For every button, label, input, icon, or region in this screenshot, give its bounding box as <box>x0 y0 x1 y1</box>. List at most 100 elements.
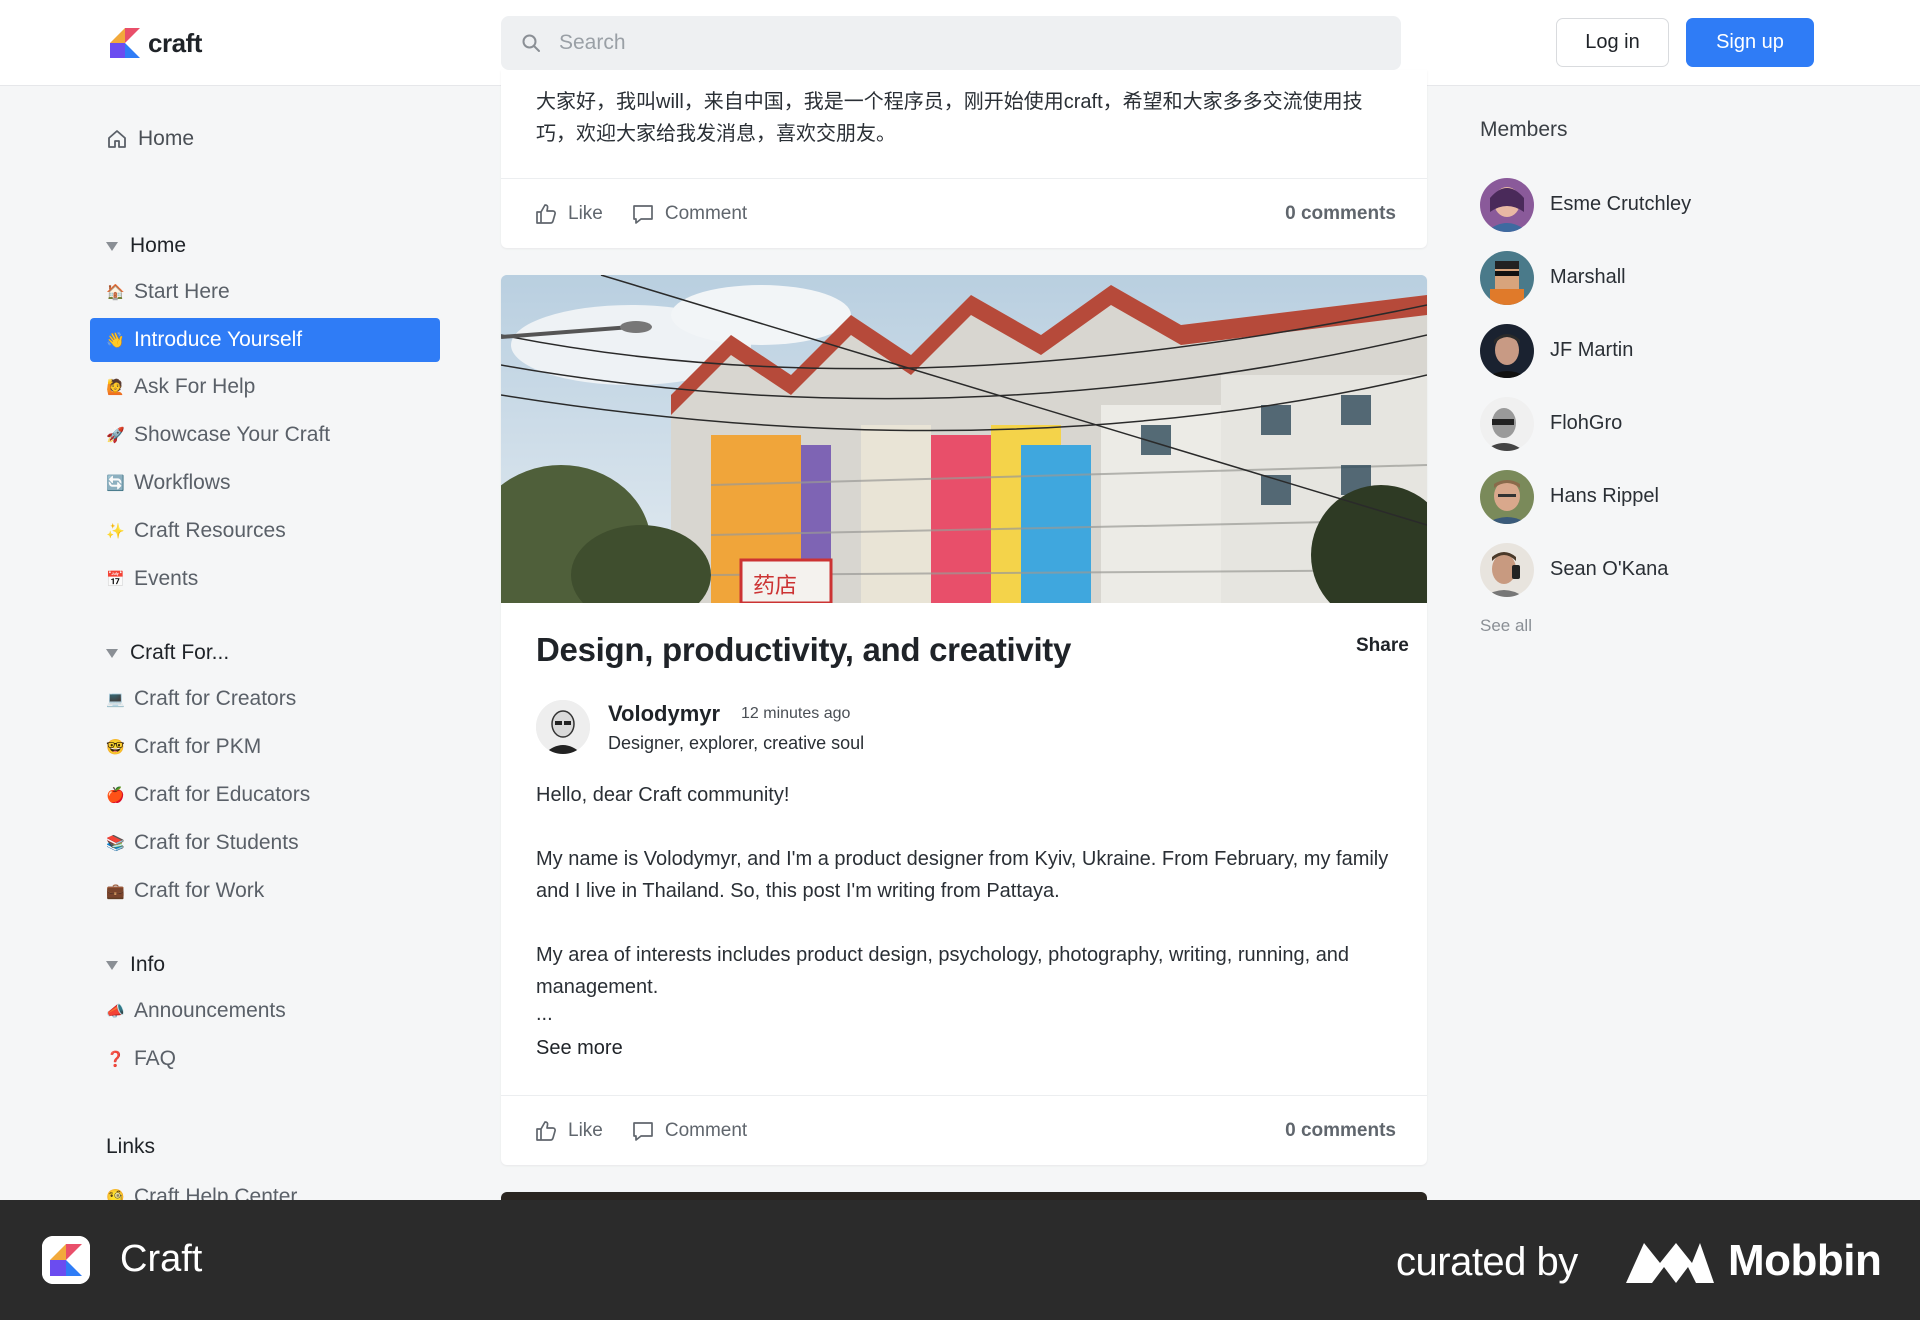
member-name: Hans Rippel <box>1550 485 1659 507</box>
apple-emoji-icon: 🍎 <box>106 787 125 804</box>
calendar-emoji-icon: 📅 <box>106 571 125 588</box>
sidebar-home-label: Home <box>138 127 195 150</box>
sidebar-item-craft-for-creators[interactable]: 💻 Craft for Creators <box>106 687 296 711</box>
mobbin-logo: Mobbin <box>1626 1236 1882 1286</box>
comment-button[interactable]: Comment <box>631 202 747 226</box>
member-item[interactable]: Hans Rippel <box>1480 460 1780 533</box>
sidebar-item-label: Craft Resources <box>134 519 286 542</box>
member-item[interactable]: FlohGro <box>1480 387 1780 460</box>
craft-logo[interactable]: craft <box>108 26 202 60</box>
member-name: JF Martin <box>1550 339 1634 361</box>
books-emoji-icon: 📚 <box>106 835 125 852</box>
nerd-emoji-icon: 🤓 <box>106 739 125 756</box>
sidebar-item-craft-for-students[interactable]: 📚 Craft for Students <box>106 831 299 855</box>
member-item[interactable]: Esme Crutchley <box>1480 168 1780 241</box>
see-more-link[interactable]: See more <box>536 1037 623 1060</box>
sidebar-item-label: Workflows <box>134 471 231 494</box>
comment-button[interactable]: Comment <box>631 1119 747 1143</box>
post-card-intro: 大家好，我叫will，来自中国，我是一个程序员，刚开始使用craft，希望和大家… <box>501 70 1427 248</box>
member-avatar <box>1480 542 1534 597</box>
post-actions-bar: Like Comment 0 comments <box>501 178 1427 248</box>
sidebar-item-label: Craft for Students <box>134 831 299 854</box>
section-home-title: Home <box>130 234 187 257</box>
section-info-title: Info <box>130 953 166 976</box>
raised-hand-emoji-icon: 🙋 <box>106 379 125 396</box>
section-home-header[interactable]: Home <box>106 234 186 258</box>
avatar-portrait-icon <box>536 700 590 754</box>
sidebar-item-introduce-yourself[interactable]: 👋 Introduce Yourself <box>90 318 440 362</box>
signup-button[interactable]: Sign up <box>1686 18 1814 67</box>
member-avatar <box>1480 250 1534 305</box>
sidebar-home-link[interactable]: Home <box>106 127 194 151</box>
like-button[interactable]: Like <box>534 202 603 226</box>
login-button[interactable]: Log in <box>1556 18 1669 67</box>
footer-app-name: Craft <box>120 1238 203 1280</box>
sidebar-item-label: FAQ <box>134 1047 177 1070</box>
member-name: Sean O'Kana <box>1550 558 1669 580</box>
briefcase-emoji-icon: 💼 <box>106 883 125 900</box>
sidebar-item-craft-help-center[interactable]: 🧐 Craft Help Center <box>106 1185 297 1200</box>
member-item[interactable]: Sean O'Kana <box>1480 533 1780 606</box>
mobbin-brand-text: Mobbin <box>1728 1236 1882 1285</box>
question-emoji-icon: ❓ <box>106 1051 125 1068</box>
member-item[interactable]: Marshall <box>1480 241 1780 314</box>
mobbin-footer: Craft curated by Mobbin <box>0 1200 1920 1320</box>
search-bar[interactable] <box>501 16 1401 70</box>
section-craft-for-header[interactable]: Craft For... <box>106 641 229 665</box>
members-title: Members <box>1480 118 1568 141</box>
thumbs-up-icon <box>536 1120 556 1141</box>
post-body-text: 大家好，我叫will，来自中国，我是一个程序员，刚开始使用craft，希望和大家… <box>536 91 1363 145</box>
member-name: Esme Crutchley <box>1550 193 1692 215</box>
comments-count[interactable]: 0 comments <box>1285 203 1396 225</box>
sidebar-item-announcements[interactable]: 📣 Announcements <box>106 999 286 1023</box>
home-icon <box>108 130 126 148</box>
megaphone-emoji-icon: 📣 <box>106 1003 125 1020</box>
sidebar-item-label: Craft for Work <box>134 879 265 902</box>
post-paragraph: My name is Volodymyr, and I'm a product … <box>536 848 1389 902</box>
rocket-emoji-icon: 🚀 <box>106 427 125 444</box>
comment-bubble-icon <box>633 204 653 224</box>
sidebar-item-craft-resources[interactable]: ✨ Craft Resources <box>106 519 286 543</box>
comment-label: Comment <box>664 1119 748 1141</box>
sidebar-item-label: Start Here <box>134 280 230 303</box>
share-button[interactable]: Share <box>1356 635 1409 657</box>
search-input[interactable] <box>559 31 1359 55</box>
member-avatar <box>1480 177 1534 232</box>
post-paragraph: My area of interests includes product de… <box>536 944 1350 998</box>
sidebar-item-events[interactable]: 📅 Events <box>106 567 198 591</box>
author-avatar[interactable] <box>536 700 590 754</box>
sidebar-item-ask-for-help[interactable]: 🙋 Ask For Help <box>106 375 255 399</box>
members-panel: Members Esme Crutchley Marshall JF Marti… <box>1480 118 1780 636</box>
post-card-design: 药店 Design, productivity, and creativity … <box>501 275 1427 1165</box>
sidebar-item-showcase[interactable]: 🚀 Showcase Your Craft <box>106 423 330 447</box>
collapse-triangle-icon <box>106 241 118 251</box>
sidebar-item-craft-for-educators[interactable]: 🍎 Craft for Educators <box>106 783 310 807</box>
sidebar-item-label: Showcase Your Craft <box>134 423 331 446</box>
member-name: FlohGro <box>1550 412 1623 434</box>
sidebar-item-workflows[interactable]: 🔄 Workflows <box>106 471 230 495</box>
house-emoji-icon: 🏠 <box>106 284 125 301</box>
like-button[interactable]: Like <box>534 1119 603 1143</box>
comment-label: Comment <box>664 202 748 224</box>
sidebar-item-craft-for-work[interactable]: 💼 Craft for Work <box>106 879 264 903</box>
sidebar-item-faq[interactable]: ❓ FAQ <box>106 1047 176 1071</box>
section-info-header[interactable]: Info <box>106 953 165 977</box>
comments-count[interactable]: 0 comments <box>1285 1120 1396 1142</box>
post-ellipsis: ... <box>536 1003 553 1025</box>
see-all-members-link[interactable]: See all <box>1480 616 1780 636</box>
footer-curated-by: curated by <box>1396 1240 1578 1284</box>
shop-sign-text: 药店 <box>753 574 797 599</box>
author-bio: Designer, explorer, creative soul <box>608 733 865 753</box>
author-name[interactable]: Volodymyr <box>608 701 720 727</box>
sidebar-item-label: Announcements <box>134 999 286 1022</box>
sidebar-item-craft-for-pkm[interactable]: 🤓 Craft for PKM <box>106 735 261 759</box>
sidebar-item-label: Craft for PKM <box>134 735 262 758</box>
links-title: Links <box>106 1135 156 1158</box>
sidebar-item-label: Events <box>134 567 199 590</box>
sidebar-item-start-here[interactable]: 🏠 Start Here <box>106 280 230 304</box>
thumbs-up-icon <box>536 203 556 224</box>
member-item[interactable]: JF Martin <box>1480 314 1780 387</box>
wave-emoji-icon: 👋 <box>106 332 125 349</box>
laptop-emoji-icon: 💻 <box>106 691 125 708</box>
post-title[interactable]: Design, productivity, and creativity <box>536 631 1071 669</box>
